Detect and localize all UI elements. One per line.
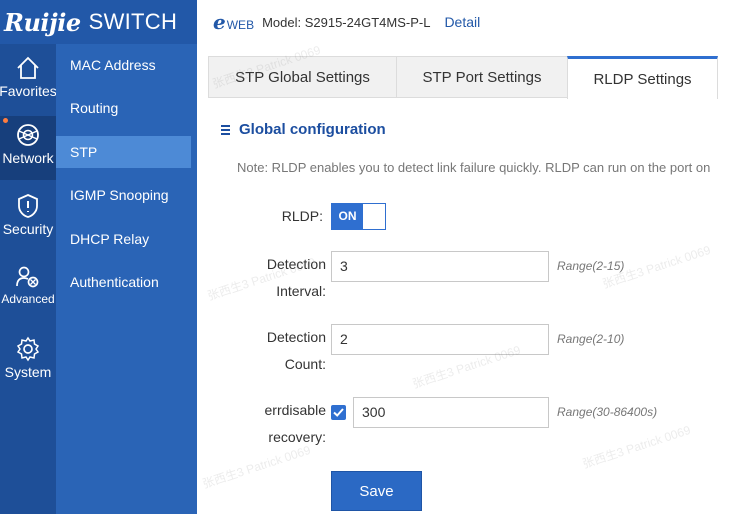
tab-rldp-settings[interactable]: RLDP Settings [567, 56, 718, 99]
globe-icon [17, 124, 39, 146]
users-gear-icon [16, 266, 39, 288]
eweb-logo: eWEB [213, 10, 255, 34]
submenu-mac-address[interactable]: MAC Address [56, 49, 191, 81]
nav-system-label: System [4, 364, 52, 380]
nav-advanced[interactable]: Advanced [0, 260, 56, 322]
brand-logo: Ruijie SWITCH [0, 0, 197, 44]
detection-count-input[interactable]: 2 [331, 324, 549, 355]
errdisable-recovery-label: errdisable recovery: [264, 402, 326, 445]
save-button[interactable]: Save [331, 471, 422, 511]
section-title: Global configuration [239, 121, 386, 138]
nav-security[interactable]: Security [0, 188, 56, 250]
submenu-igmp-snooping[interactable]: IGMP Snooping [56, 179, 191, 211]
errdisable-recovery-range: Range(30-86400s) [557, 405, 658, 419]
rldp-toggle[interactable]: ON [331, 203, 386, 230]
checkmark-icon [333, 408, 344, 417]
detail-link[interactable]: Detail [444, 14, 480, 30]
nav-system[interactable]: System [0, 332, 56, 394]
rldp-label: RLDP: [281, 208, 323, 224]
submenu-dhcp-relay[interactable]: DHCP Relay [56, 223, 191, 255]
list-icon [221, 123, 230, 137]
device-model: Model: S2915-24GT4MS-P-L [262, 14, 431, 30]
submenu-authentication[interactable]: Authentication [56, 266, 191, 298]
tab-stp-global-settings[interactable]: STP Global Settings [208, 56, 397, 98]
errdisable-recovery-checkbox[interactable] [331, 405, 346, 420]
switch-wordmark: SWITCH [88, 9, 178, 34]
top-header: eWEB Model: S2915-24GT4MS-P-L Detail [197, 0, 736, 44]
errdisable-recovery-input[interactable]: 300 [353, 397, 549, 428]
detection-interval-range: Range(2-15) [557, 259, 625, 273]
home-icon [17, 56, 39, 79]
detection-interval-label: Detection Interval: [266, 256, 326, 299]
nav-network[interactable]: Network [0, 116, 56, 180]
shield-icon [18, 194, 38, 218]
submenu-routing[interactable]: Routing [56, 92, 191, 124]
detection-count-range: Range(2-10) [557, 332, 625, 346]
section-header: Global configuration [221, 121, 386, 138]
tab-bar: STP Global Settings STP Port Settings RL… [208, 56, 736, 99]
nav-advanced-label: Advanced [1, 292, 55, 306]
nav-security-label: Security [2, 221, 54, 237]
detection-interval-input[interactable]: 3 [331, 251, 549, 282]
notification-dot [3, 118, 8, 123]
watermark: 张西生3 Patrick 0069 [580, 422, 693, 472]
gear-icon [16, 336, 40, 362]
nav-network-label: Network [2, 150, 54, 166]
rldp-note: Note: RLDP enables you to detect link fa… [237, 160, 711, 175]
nav-favorites-label: Favorites [0, 83, 57, 99]
nav-favorites[interactable]: Favorites [0, 50, 57, 112]
ruijie-logo: Ruijie [4, 7, 81, 37]
primary-nav-rail: Favorites Network Security Advanced Syst… [0, 44, 57, 514]
tab-stp-port-settings[interactable]: STP Port Settings [396, 56, 568, 98]
detection-count-label: Detection Count: [266, 329, 326, 372]
submenu-stp[interactable]: STP [56, 136, 191, 168]
secondary-nav: MAC Address Routing STP IGMP Snooping DH… [56, 44, 197, 514]
rldp-toggle-state: ON [332, 204, 363, 229]
